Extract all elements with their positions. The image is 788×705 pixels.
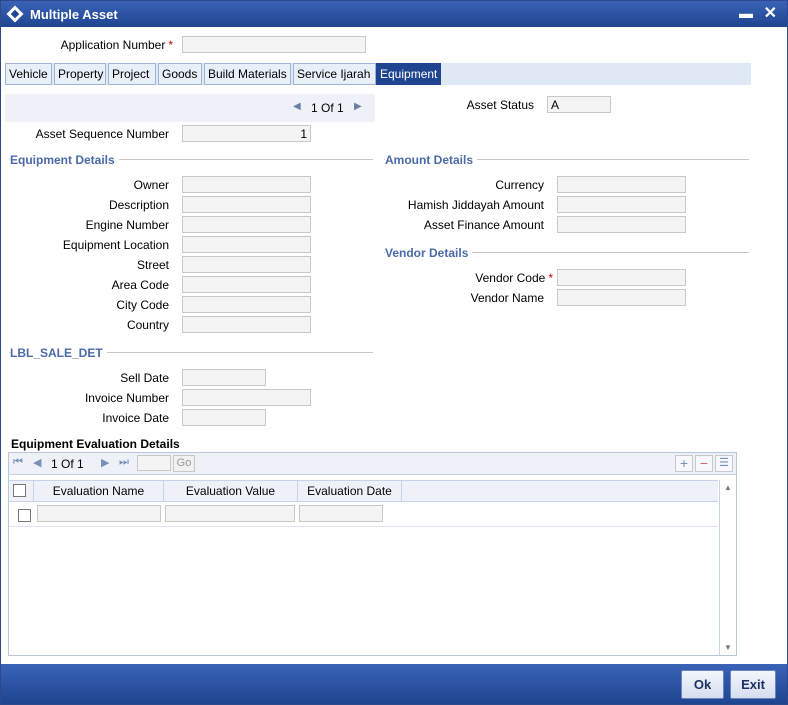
- application-number-label: Application Number *: [60, 38, 173, 52]
- invoice-number-input[interactable]: [182, 389, 311, 406]
- tab-build-materials[interactable]: Build Materials: [204, 63, 291, 85]
- country-input[interactable]: [182, 316, 311, 333]
- invoice-number-label: Invoice Number: [84, 391, 169, 405]
- window-diamond-icon: [6, 5, 24, 23]
- minimize-button[interactable]: ▬: [739, 5, 753, 21]
- add-row-icon[interactable]: +: [675, 455, 693, 472]
- tab-project[interactable]: Project: [108, 63, 156, 85]
- currency-label: Currency: [495, 178, 544, 192]
- hamish-jiddayah-label: Hamish Jiddayah Amount: [407, 198, 544, 212]
- evaluation-date-input[interactable]: [299, 505, 383, 522]
- description-label: Description: [108, 198, 169, 212]
- equipment-location-input[interactable]: [182, 236, 311, 253]
- grid-toolbar: ⏮ ◀ 1 Of 1 ▶ ⏭ Go + − ☰: [9, 453, 736, 475]
- grid-page-count: 1 Of 1: [51, 457, 84, 471]
- invoice-date-input[interactable]: [182, 409, 266, 426]
- country-label: Country: [126, 318, 169, 332]
- street-label: Street: [136, 258, 169, 272]
- vendor-code-input[interactable]: [557, 269, 686, 286]
- column-evaluation-name[interactable]: Evaluation Name: [34, 481, 164, 502]
- tab-property[interactable]: Property: [54, 63, 106, 85]
- go-button[interactable]: Go: [173, 455, 195, 472]
- vendor-code-label: Vendor Code *: [475, 271, 553, 285]
- tab-equipment[interactable]: Equipment: [376, 63, 441, 85]
- column-evaluation-value[interactable]: Evaluation Value: [164, 481, 298, 502]
- required-mark: *: [168, 38, 173, 52]
- footer-bar: Ok Exit: [1, 664, 787, 704]
- description-input[interactable]: [182, 196, 311, 213]
- area-code-label: Area Code: [111, 278, 169, 292]
- city-code-input[interactable]: [182, 296, 311, 313]
- vendor-details-heading: Vendor Details: [385, 246, 473, 260]
- title-bar: Multiple Asset ▬ ✕: [1, 1, 787, 27]
- close-button[interactable]: ✕: [764, 3, 777, 23]
- record-pager: ◀ 1 Of 1 ▶: [5, 94, 375, 122]
- sell-date-label: Sell Date: [120, 371, 169, 385]
- last-page-icon[interactable]: ⏭: [119, 456, 129, 469]
- row-checkbox[interactable]: [18, 509, 31, 522]
- evaluation-value-input[interactable]: [165, 505, 295, 522]
- equipment-location-label: Equipment Location: [62, 238, 169, 252]
- tab-vehicle[interactable]: Vehicle: [5, 63, 52, 85]
- invoice-date-label: Invoice Date: [102, 411, 169, 425]
- asset-status-label: Asset Status: [466, 98, 534, 112]
- table-row: [9, 503, 718, 527]
- currency-input[interactable]: [557, 176, 686, 193]
- tab-goods[interactable]: Goods: [158, 63, 202, 85]
- sell-date-input[interactable]: [182, 369, 266, 386]
- vendor-name-input[interactable]: [557, 289, 686, 306]
- window-title: Multiple Asset: [30, 7, 118, 22]
- next-page-icon[interactable]: ▶: [101, 456, 109, 469]
- sale-details-heading: LBL_SALE_DET: [10, 346, 107, 360]
- owner-label: Owner: [133, 178, 169, 192]
- engine-number-input[interactable]: [182, 216, 311, 233]
- evaluation-grid: ⏮ ◀ 1 Of 1 ▶ ⏭ Go + − ☰ Evaluation Name …: [8, 452, 737, 656]
- engine-number-label: Engine Number: [85, 218, 169, 232]
- street-input[interactable]: [182, 256, 311, 273]
- asset-type-tabs: Vehicle Property Project Goods Build Mat…: [5, 63, 751, 85]
- application-number-input[interactable]: [182, 36, 366, 53]
- asset-sequence-input[interactable]: [182, 125, 311, 142]
- scroll-down-icon[interactable]: ▼: [724, 643, 732, 652]
- previous-page-icon[interactable]: ◀: [33, 456, 41, 469]
- city-code-label: City Code: [116, 298, 169, 312]
- multiple-asset-window: Multiple Asset ▬ ✕ Application Number * V…: [0, 0, 788, 705]
- column-evaluation-date[interactable]: Evaluation Date: [298, 481, 402, 502]
- grid-header: Evaluation Name Evaluation Value Evaluat…: [9, 480, 718, 502]
- grid-scrollbar[interactable]: ▲ ▼: [719, 480, 736, 655]
- previous-record-icon[interactable]: ◀: [293, 101, 301, 112]
- owner-input[interactable]: [182, 176, 311, 193]
- scroll-up-icon[interactable]: ▲: [724, 483, 732, 492]
- hamish-jiddayah-input[interactable]: [557, 196, 686, 213]
- asset-status-input[interactable]: [547, 96, 611, 113]
- tab-service-ijarah[interactable]: Service Ijarah: [293, 63, 376, 85]
- exit-button[interactable]: Exit: [730, 670, 776, 699]
- page-number-input[interactable]: [137, 455, 171, 471]
- evaluation-name-input[interactable]: [37, 505, 161, 522]
- delete-row-icon[interactable]: −: [695, 455, 713, 472]
- checkbox-column: [9, 481, 34, 502]
- amount-details-heading: Amount Details: [385, 153, 478, 167]
- evaluation-grid-title: Equipment Evaluation Details: [11, 437, 180, 451]
- asset-finance-label: Asset Finance Amount: [423, 218, 544, 232]
- area-code-input[interactable]: [182, 276, 311, 293]
- record-count: 1 Of 1: [311, 101, 344, 115]
- asset-sequence-label: Asset Sequence Number: [35, 127, 169, 141]
- ok-button[interactable]: Ok: [681, 670, 724, 699]
- vendor-name-label: Vendor Name: [470, 291, 544, 305]
- first-page-icon[interactable]: ⏮: [13, 456, 23, 469]
- vendor-code-required-mark: *: [548, 271, 553, 285]
- asset-finance-input[interactable]: [557, 216, 686, 233]
- next-record-icon[interactable]: ▶: [354, 101, 362, 112]
- single-view-icon[interactable]: ☰: [715, 455, 733, 472]
- equipment-details-heading: Equipment Details: [10, 153, 119, 167]
